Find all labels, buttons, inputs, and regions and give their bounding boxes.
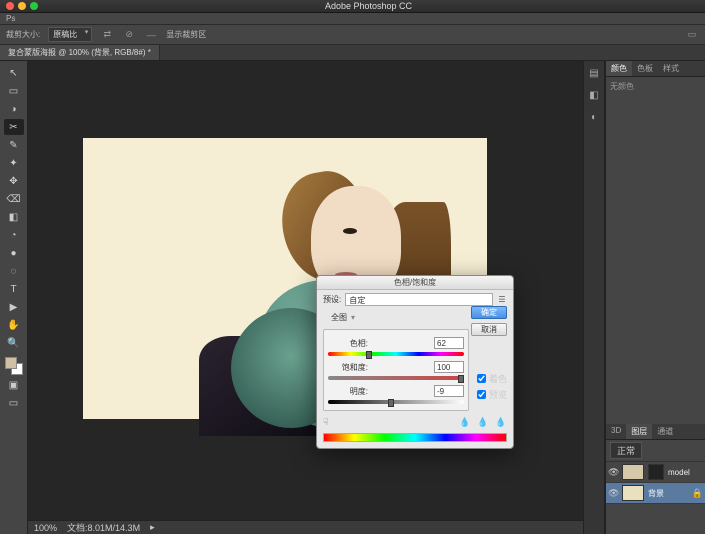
layer-thumbnail [622, 485, 644, 501]
layer-thumbnail [622, 464, 644, 480]
preview-checkbox[interactable]: 预览 [477, 388, 507, 401]
layers-panel: 3D 图层 通道 正常 👁 model 👁 背景 [606, 424, 705, 534]
eyedropper-plus-icon[interactable]: 💧 [477, 417, 489, 427]
tab-swatches[interactable]: 色板 [632, 61, 658, 76]
color-panel: 颜色 色板 样式 无颜色 [606, 61, 705, 181]
crop-tool[interactable]: ✂ [4, 119, 24, 135]
lightness-label: 明度: [328, 386, 368, 397]
window-controls [6, 2, 38, 10]
layer-row[interactable]: 👁 背景 🔒 [606, 483, 705, 504]
dodge-tool[interactable]: ● [4, 245, 24, 261]
canvas-viewport[interactable]: 色相/饱和度 预设: 自定 ☰ 确定 取消 全图 ▾ 色相: [28, 61, 583, 534]
colorize-checkbox[interactable]: 着色 [477, 372, 507, 385]
spectrum-bar [323, 433, 507, 442]
layers-body: 正常 👁 model 👁 背景 🔒 [606, 440, 705, 534]
sliders-group: 色相: 饱和度: 明度: [323, 329, 469, 411]
swap-icon[interactable]: ⇄ [100, 28, 114, 42]
layer-name[interactable]: model [668, 468, 690, 477]
workspace-switcher-icon[interactable]: ▭ [685, 28, 699, 42]
show-crop-label: 显示裁剪区 [166, 29, 206, 40]
window-titlebar: Adobe Photoshop CC [0, 0, 705, 13]
eraser-tool[interactable]: ⌫ [4, 191, 24, 207]
preset-menu-icon[interactable]: ☰ [497, 295, 507, 305]
zoom-level[interactable]: 100% [34, 523, 57, 533]
tool-option-bar: 裁剪大小: 原稿比 ⇄ ⊘ — 显示裁剪区 ▭ [0, 25, 705, 45]
pen-tool[interactable]: ◌ [4, 263, 24, 279]
ok-button[interactable]: 确定 [471, 306, 507, 319]
lock-icon: 🔒 [692, 488, 703, 499]
lightness-input[interactable] [434, 385, 464, 397]
tab-channels[interactable]: 通道 [652, 424, 678, 439]
layer-name[interactable]: 背景 [648, 488, 664, 499]
zoom-tool[interactable]: 🔍 [4, 335, 24, 351]
tools-panel: ↖ ▭ ◑ ✂ ✎ ✦ ✥ ⌫ ◧ ◔ ● ◌ T ▶ ✋ 🔍 ▣ ▭ [0, 61, 28, 534]
dialog-buttons: 确定 取消 [471, 306, 507, 336]
range-label: 全图 [331, 312, 347, 323]
marquee-tool[interactable]: ▭ [4, 83, 24, 99]
visibility-icon[interactable]: 👁 [608, 467, 618, 478]
minimize-window-button[interactable] [18, 2, 26, 10]
saturation-input[interactable] [434, 361, 464, 373]
app-title: Adobe Photoshop CC [38, 1, 699, 11]
app-menubar: Ps [0, 13, 705, 25]
eyedropper-tool[interactable]: ✎ [4, 137, 24, 153]
tab-color[interactable]: 颜色 [606, 61, 632, 76]
eyedropper-minus-icon[interactable]: 💧 [495, 417, 507, 427]
crop-aspect-select[interactable]: 原稿比 [48, 27, 92, 42]
logo-placeholder: Ps [6, 14, 15, 23]
move-tool[interactable]: ↖ [4, 65, 24, 81]
quickmask-toggle[interactable]: ▣ [4, 377, 24, 393]
document-tab[interactable]: 复合蒙版海报 @ 100% (背景, RGB/8#) * [0, 45, 160, 60]
hue-saturation-dialog: 色相/饱和度 预设: 自定 ☰ 确定 取消 全图 ▾ 色相: [316, 275, 514, 449]
properties-panel-icon[interactable]: ◧ [586, 87, 602, 103]
tab-layers[interactable]: 图层 [626, 424, 652, 439]
tab-styles[interactable]: 样式 [658, 61, 684, 76]
lightness-slider[interactable] [328, 400, 464, 406]
path-tool[interactable]: ▶ [4, 299, 24, 315]
preset-label: 预设: [323, 294, 341, 305]
preset-select[interactable]: 自定 [345, 293, 493, 306]
clear-icon[interactable]: ⊘ [122, 28, 136, 42]
visibility-icon[interactable]: 👁 [608, 488, 618, 499]
straighten-icon[interactable]: — [144, 28, 158, 42]
stamp-tool[interactable]: ✥ [4, 173, 24, 189]
right-panels: 颜色 色板 样式 无颜色 3D 图层 通道 正常 👁 [605, 61, 705, 534]
dialog-footer: ☟ 💧 💧 💧 [317, 414, 513, 430]
document-tabbar: 复合蒙版海报 @ 100% (背景, RGB/8#) * [0, 45, 705, 61]
eyedropper-icon[interactable]: 💧 [459, 417, 471, 427]
collapsed-panels-strip: ▤ ◧ ◐ [583, 61, 605, 534]
range-dropdown-icon[interactable]: ▾ [351, 313, 355, 322]
status-menu-icon[interactable]: ▸ [150, 522, 155, 533]
hand-icon[interactable]: ☟ [323, 417, 335, 427]
saturation-label: 饱和度: [328, 362, 368, 373]
hue-label: 色相: [328, 338, 368, 349]
saturation-slider[interactable] [328, 376, 464, 382]
zoom-window-button[interactable] [30, 2, 38, 10]
cancel-button[interactable]: 取消 [471, 323, 507, 336]
mask-thumbnail [648, 464, 664, 480]
doc-size: 文档:8.01M/14.3M [67, 521, 140, 534]
color-swatch[interactable] [5, 357, 23, 375]
screenmode-toggle[interactable]: ▭ [4, 395, 24, 411]
type-tool[interactable]: T [4, 281, 24, 297]
adjustments-panel-icon[interactable]: ◐ [586, 109, 602, 125]
dialog-title: 色相/饱和度 [317, 276, 513, 290]
brush-tool[interactable]: ✦ [4, 155, 24, 171]
foreground-color[interactable] [5, 357, 17, 369]
hue-slider[interactable] [328, 352, 464, 358]
crop-size-label: 裁剪大小: [6, 29, 40, 40]
hand-tool[interactable]: ✋ [4, 317, 24, 333]
blur-tool[interactable]: ◔ [4, 227, 24, 243]
status-bar: 100% 文档:8.01M/14.3M ▸ [28, 520, 583, 534]
layer-row[interactable]: 👁 model [606, 462, 705, 483]
hue-input[interactable] [434, 337, 464, 349]
color-panel-body: 无颜色 [606, 77, 705, 181]
close-window-button[interactable] [6, 2, 14, 10]
gradient-tool[interactable]: ◧ [4, 209, 24, 225]
lasso-tool[interactable]: ◑ [4, 101, 24, 117]
history-panel-icon[interactable]: ▤ [586, 65, 602, 81]
tab-3d[interactable]: 3D [606, 424, 626, 439]
main-area: ↖ ▭ ◑ ✂ ✎ ✦ ✥ ⌫ ◧ ◔ ● ◌ T ▶ ✋ 🔍 ▣ ▭ [0, 61, 705, 534]
blend-mode-select[interactable]: 正常 [610, 442, 642, 459]
